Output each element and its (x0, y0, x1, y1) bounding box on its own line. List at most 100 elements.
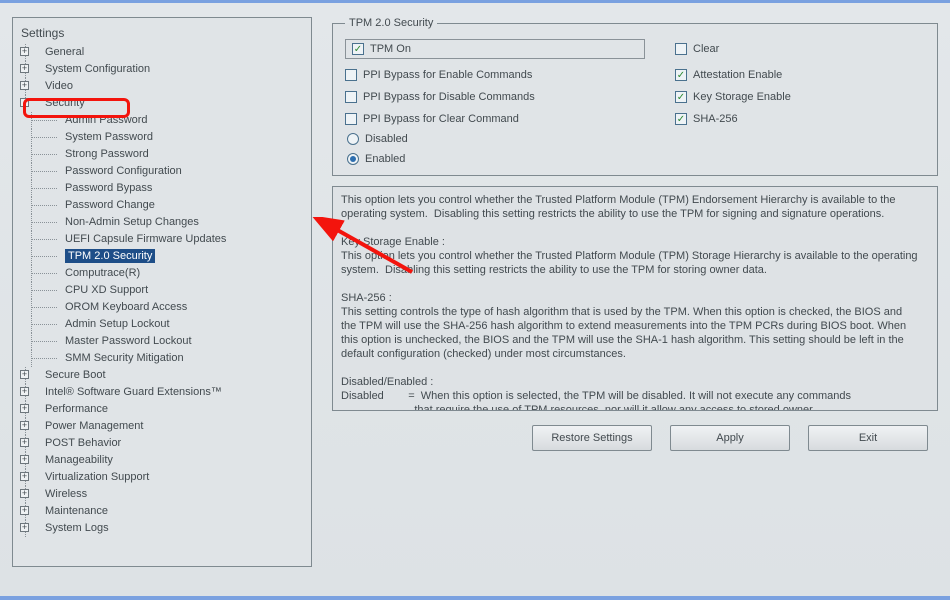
tree-item-label[interactable]: Admin Setup Lockout (65, 318, 170, 330)
tree-item-label[interactable]: System Password (65, 131, 153, 143)
expand-icon[interactable]: + (20, 387, 29, 396)
tree-item-label[interactable]: CPU XD Support (65, 284, 148, 296)
tree-item-label[interactable]: Admin Password (65, 114, 148, 126)
tree-item[interactable]: - Security (17, 95, 307, 112)
collapse-icon[interactable]: - (20, 98, 29, 107)
apply-button[interactable]: Apply (670, 425, 790, 451)
tree-item-label[interactable]: Intel® Software Guard Extensions™ (45, 386, 222, 398)
tree-item-label[interactable]: Manageability (45, 454, 113, 466)
checkbox-label: Clear (693, 43, 719, 55)
checkbox-label: TPM On (370, 43, 411, 55)
tree-item[interactable]: Password Configuration (17, 163, 307, 180)
tree-item[interactable]: + General (17, 44, 307, 61)
checkbox-ppi-bypass-for-clear-command[interactable]: ✓PPI Bypass for Clear Command (345, 113, 645, 125)
tree-item-label[interactable]: OROM Keyboard Access (65, 301, 187, 313)
tree-item-label[interactable]: Maintenance (45, 505, 108, 517)
tree-item[interactable]: OROM Keyboard Access (17, 299, 307, 316)
tree-item[interactable]: CPU XD Support (17, 282, 307, 299)
tree-item-label[interactable]: Password Change (65, 199, 155, 211)
tree-item[interactable]: Non-Admin Setup Changes (17, 214, 307, 231)
expand-icon[interactable]: + (20, 404, 29, 413)
tree-item-label[interactable]: System Configuration (45, 63, 150, 75)
tree-item[interactable]: TPM 2.0 Security (17, 248, 307, 265)
tree-item[interactable]: + Intel® Software Guard Extensions™ (17, 384, 307, 401)
tree-item[interactable]: System Password (17, 129, 307, 146)
tree-item-label[interactable]: Secure Boot (45, 369, 106, 381)
expand-icon[interactable]: + (20, 489, 29, 498)
tree-item[interactable]: Admin Password (17, 112, 307, 129)
expand-icon[interactable]: + (20, 81, 29, 90)
expand-icon[interactable]: + (20, 370, 29, 379)
tree-item[interactable]: + Manageability (17, 452, 307, 469)
tree-item-label[interactable]: Virtualization Support (45, 471, 149, 483)
tree-item[interactable]: + Maintenance (17, 503, 307, 520)
expand-icon[interactable]: + (20, 438, 29, 447)
checkbox-ppi-bypass-for-enable-commands[interactable]: ✓PPI Bypass for Enable Commands (345, 69, 645, 81)
expand-icon[interactable]: + (20, 421, 29, 430)
tree-item[interactable]: SMM Security Mitigation (17, 350, 307, 367)
tree-item[interactable]: + Secure Boot (17, 367, 307, 384)
option-description-box[interactable]: This option lets you control whether the… (332, 186, 938, 411)
radio-label: Enabled (365, 153, 405, 165)
checkbox-label: Attestation Enable (693, 69, 782, 81)
tree-item[interactable]: + Performance (17, 401, 307, 418)
radio-enabled[interactable]: Enabled (347, 153, 925, 165)
expand-icon[interactable]: + (20, 455, 29, 464)
checkbox-clear[interactable]: ✓Clear (675, 39, 875, 59)
expand-icon[interactable]: + (20, 506, 29, 515)
tree-item-label[interactable]: SMM Security Mitigation (65, 352, 184, 364)
tree-item-label[interactable]: Password Bypass (65, 182, 152, 194)
tree-item[interactable]: Master Password Lockout (17, 333, 307, 350)
tree-item[interactable]: Password Bypass (17, 180, 307, 197)
restore-settings-button[interactable]: Restore Settings (532, 425, 652, 451)
checkbox-tpm-on[interactable]: ✓ TPM On (345, 39, 645, 59)
tree-item[interactable]: Strong Password (17, 146, 307, 163)
checkbox-ppi-bypass-for-disable-commands[interactable]: ✓PPI Bypass for Disable Commands (345, 91, 645, 103)
tree-item[interactable]: + Power Management (17, 418, 307, 435)
tree-item[interactable]: Admin Setup Lockout (17, 316, 307, 333)
tree-item[interactable]: + System Logs (17, 520, 307, 537)
tree-item-label[interactable]: Master Password Lockout (65, 335, 192, 347)
tree-item-label[interactable]: TPM 2.0 Security (65, 249, 155, 263)
radio-disabled[interactable]: Disabled (347, 133, 925, 145)
tree-item-label[interactable]: Performance (45, 403, 108, 415)
tree-item[interactable]: + POST Behavior (17, 435, 307, 452)
expand-icon[interactable]: + (20, 64, 29, 73)
tree-item[interactable]: Computrace(R) (17, 265, 307, 282)
checkbox-label: PPI Bypass for Disable Commands (363, 91, 535, 103)
tree-item[interactable]: UEFI Capsule Firmware Updates (17, 231, 307, 248)
tree-item[interactable]: Password Change (17, 197, 307, 214)
checkbox-key-storage-enable[interactable]: ✓Key Storage Enable (675, 91, 875, 103)
tree-item[interactable]: + System Configuration (17, 61, 307, 78)
checkbox-icon: ✓ (675, 69, 687, 81)
tree-item-label[interactable]: System Logs (45, 522, 109, 534)
expand-icon[interactable]: + (20, 47, 29, 56)
tree-item-label[interactable]: POST Behavior (45, 437, 121, 449)
tpm-enable-radio-group: Disabled Enabled (347, 133, 925, 165)
workspace: Settings +General+System Configuration+V… (0, 3, 950, 596)
tree-item-label[interactable]: General (45, 46, 84, 58)
tree-item-label[interactable]: Security (45, 97, 85, 109)
checkbox-attestation-enable[interactable]: ✓ Attestation Enable (675, 69, 875, 81)
expand-icon[interactable]: + (20, 523, 29, 532)
tree-item[interactable]: + Video (17, 78, 307, 95)
tree-item-label[interactable]: Password Configuration (65, 165, 182, 177)
exit-button[interactable]: Exit (808, 425, 928, 451)
checkbox-icon: ✓ (352, 43, 364, 55)
tree-item-label[interactable]: Wireless (45, 488, 87, 500)
checkbox-label: SHA-256 (693, 113, 738, 125)
expand-icon[interactable]: + (20, 472, 29, 481)
checkbox-label: PPI Bypass for Enable Commands (363, 69, 532, 81)
tree-item-label[interactable]: Video (45, 80, 73, 92)
settings-tree: + General + System Configuration + Video - Secu… (17, 44, 307, 537)
tree-item-label[interactable]: UEFI Capsule Firmware Updates (65, 233, 226, 245)
tree-item[interactable]: + Virtualization Support (17, 469, 307, 486)
tree-item-label[interactable]: Power Management (45, 420, 143, 432)
tree-item-label[interactable]: Strong Password (65, 148, 149, 160)
tree-item-label[interactable]: Computrace(R) (65, 267, 140, 279)
checkbox-sha-256[interactable]: ✓SHA-256 (675, 113, 875, 125)
tree-item[interactable]: + Wireless (17, 486, 307, 503)
tree-item-label[interactable]: Non-Admin Setup Changes (65, 216, 199, 228)
radio-icon (347, 133, 359, 145)
settings-tree-panel: Settings +General+System Configuration+V… (12, 17, 312, 567)
